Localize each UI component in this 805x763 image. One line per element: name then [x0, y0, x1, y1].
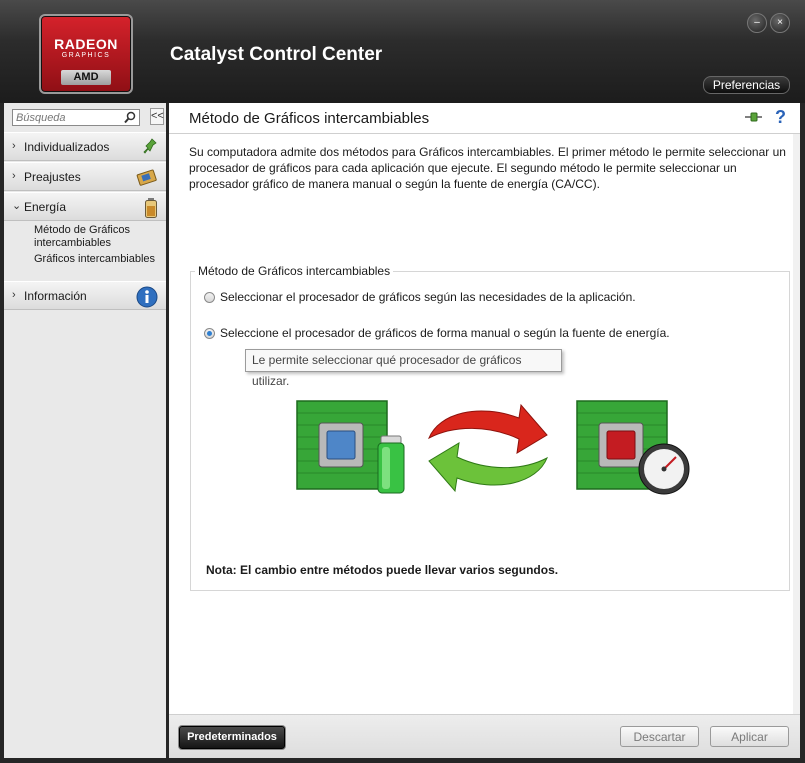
main-panel: Método de Gráficos intercambiables ? Su …	[169, 103, 800, 759]
radio-button[interactable]	[204, 292, 215, 303]
option-label: Seleccionar el procesador de gráficos se…	[220, 290, 636, 304]
battery-icon	[145, 198, 157, 218]
logo-radeon-text: RADEON	[54, 36, 118, 52]
sidebar-item-energia[interactable]: ⌄ Energía	[4, 192, 166, 221]
window-bottom-border	[0, 758, 805, 763]
preferences-button[interactable]: Preferencias	[703, 76, 790, 94]
app-window: RADEON GRAPHICS AMD Catalyst Control Cen…	[0, 0, 805, 763]
logo-graphics-text: GRAPHICS	[61, 52, 111, 59]
sidebar-item-label: Preajustes	[24, 170, 81, 184]
pin-icon[interactable]	[743, 109, 763, 125]
sidebar-item-label: Individualizados	[24, 140, 110, 154]
chevron-down-icon: ⌄	[12, 200, 22, 212]
option-by-application[interactable]: Seleccionar el procesador de gráficos se…	[204, 290, 636, 304]
description-text: Su computadora admite dos métodos para G…	[189, 145, 786, 191]
chevron-right-icon: ›	[12, 170, 16, 182]
chevron-right-icon: ›	[12, 289, 16, 301]
pin-icon	[143, 138, 157, 154]
search-input[interactable]: Búsqueda	[12, 109, 140, 126]
minimize-icon[interactable]: –	[747, 13, 767, 33]
radio-button-selected[interactable]	[204, 328, 215, 339]
radeon-logo: RADEON GRAPHICS AMD	[39, 14, 133, 94]
header-icons: ?	[743, 107, 788, 127]
sidebar-subitem-graficos[interactable]: Gráficos intercambiables	[34, 253, 155, 266]
switch-arrows-icon	[428, 403, 548, 493]
help-icon[interactable]: ?	[774, 107, 788, 127]
sidebar-subitem-metodo[interactable]: Método de Gráficos intercambiables	[34, 224, 166, 250]
power-saving-gpu-icon	[296, 400, 405, 494]
sidebar-item-label: Información	[24, 289, 87, 303]
note-text: Nota: El cambio entre métodos puede llev…	[206, 563, 559, 577]
search-icon[interactable]	[124, 111, 136, 124]
discard-button[interactable]: Descartar	[620, 726, 699, 747]
apply-button[interactable]: Aplicar	[710, 726, 789, 747]
defaults-button[interactable]: Predeterminados	[179, 726, 285, 749]
search-placeholder: Búsqueda	[16, 112, 66, 124]
collapse-sidebar-button[interactable]: <<	[150, 108, 164, 125]
sidebar-item-informacion[interactable]: › Información	[4, 281, 166, 310]
switchable-graphics-illustration	[296, 400, 690, 495]
option-label: Seleccione el procesador de gráficos de …	[220, 326, 670, 340]
sidebar: Búsqueda << › Individualizados › Preajus…	[4, 103, 166, 758]
option-manual-power[interactable]: Seleccione el procesador de gráficos de …	[204, 326, 670, 340]
page-title: Método de Gráficos intercambiables	[189, 110, 430, 127]
info-icon	[136, 286, 158, 308]
close-icon[interactable]: ×	[770, 13, 790, 33]
svg-text:?: ?	[775, 108, 786, 126]
high-performance-gpu-icon	[576, 400, 690, 495]
chevron-right-icon: ›	[12, 140, 16, 152]
tooltip: Le permite seleccionar qué procesador de…	[245, 349, 562, 388]
footer-bar: Predeterminados Descartar Aplicar	[169, 714, 800, 759]
group-legend: Método de Gráficos intercambiables	[195, 264, 394, 278]
header-bar: RADEON GRAPHICS AMD Catalyst Control Cen…	[0, 0, 805, 103]
sidebar-item-preajustes[interactable]: › Preajustes	[4, 162, 166, 191]
scrollbar[interactable]	[793, 134, 800, 714]
title-divider	[169, 133, 800, 134]
sidebar-item-label: Energía	[24, 200, 67, 214]
sidebar-item-individualizados[interactable]: › Individualizados	[4, 132, 166, 161]
card-icon	[136, 169, 157, 186]
app-title: Catalyst Control Center	[170, 44, 383, 65]
logo-amd-text: AMD	[61, 70, 111, 85]
